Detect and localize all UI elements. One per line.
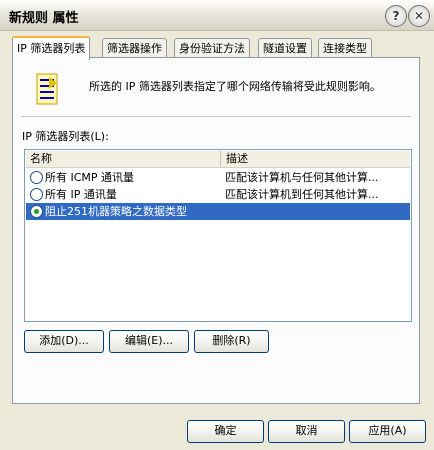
column-header-description[interactable]: 描述 — [222, 151, 248, 167]
apply-button[interactable]: 应用(A) — [349, 420, 426, 443]
list-item[interactable]: 所有 IP 通讯量 匹配该计算机到任何其他计算... — [26, 186, 410, 203]
tab-connection-type[interactable]: 连接类型 — [318, 38, 372, 58]
list-item-selected[interactable]: 阻止251机器策略之数据类型 — [26, 203, 410, 220]
list-item[interactable]: 所有 ICMP 通讯量 匹配该计算机与任何其他计算... — [26, 169, 410, 186]
row-name: 所有 ICMP 通讯量 — [45, 171, 135, 184]
filter-list-label: IP 筛选器列表(L): — [22, 130, 109, 143]
radio-button[interactable] — [30, 188, 43, 201]
separator — [21, 116, 411, 117]
help-icon: ? — [392, 9, 400, 23]
cancel-button[interactable]: 取消 — [268, 420, 345, 443]
radio-dot-icon — [34, 209, 39, 214]
close-button[interactable]: ✕ — [408, 5, 430, 27]
list-header: 名称 描述 — [26, 151, 410, 168]
properties-dialog: 新规则 属性 ? ✕ IP 筛选器列表 筛选器操作 身份验证方法 隧道设置 连接… — [0, 0, 434, 450]
filter-list-icon — [36, 73, 58, 105]
row-description: 匹配该计算机到任何其他计算... — [225, 188, 379, 201]
tab-panel-ip-filter-list: 所选的 IP 筛选器列表指定了哪个网络传输将受此规则影响。 IP 筛选器列表(L… — [12, 57, 420, 404]
tab-ip-filter-list[interactable]: IP 筛选器列表 — [12, 36, 91, 60]
row-name: 所有 IP 通讯量 — [45, 188, 117, 201]
window-title: 新规则 属性 — [9, 11, 79, 26]
row-description: 匹配该计算机与任何其他计算... — [225, 171, 379, 184]
row-name: 阻止251机器策略之数据类型 — [45, 205, 187, 218]
filter-listview[interactable]: 名称 描述 所有 ICMP 通讯量 匹配该计算机与任何其他计算... 所有 IP… — [24, 149, 412, 322]
column-header-name[interactable]: 名称 — [26, 151, 221, 167]
remove-button[interactable]: 删除(R) — [194, 330, 269, 353]
help-button[interactable]: ? — [385, 5, 407, 27]
add-button[interactable]: 添加(D)... — [24, 330, 104, 353]
panel-description: 所选的 IP 筛选器列表指定了哪个网络传输将受此规则影响。 — [89, 80, 381, 93]
radio-button-selected[interactable] — [30, 205, 43, 218]
edit-button[interactable]: 编辑(E)... — [109, 330, 189, 353]
tab-tunnel-settings[interactable]: 隧道设置 — [258, 38, 312, 58]
close-icon: ✕ — [413, 9, 425, 23]
tab-filter-action[interactable]: 筛选器操作 — [102, 38, 167, 58]
title-bar[interactable]: 新规则 属性 ? ✕ — [0, 0, 434, 31]
tab-authentication-methods[interactable]: 身份验证方法 — [174, 38, 250, 58]
radio-button[interactable] — [30, 171, 43, 184]
ok-button[interactable]: 确定 — [187, 420, 264, 443]
